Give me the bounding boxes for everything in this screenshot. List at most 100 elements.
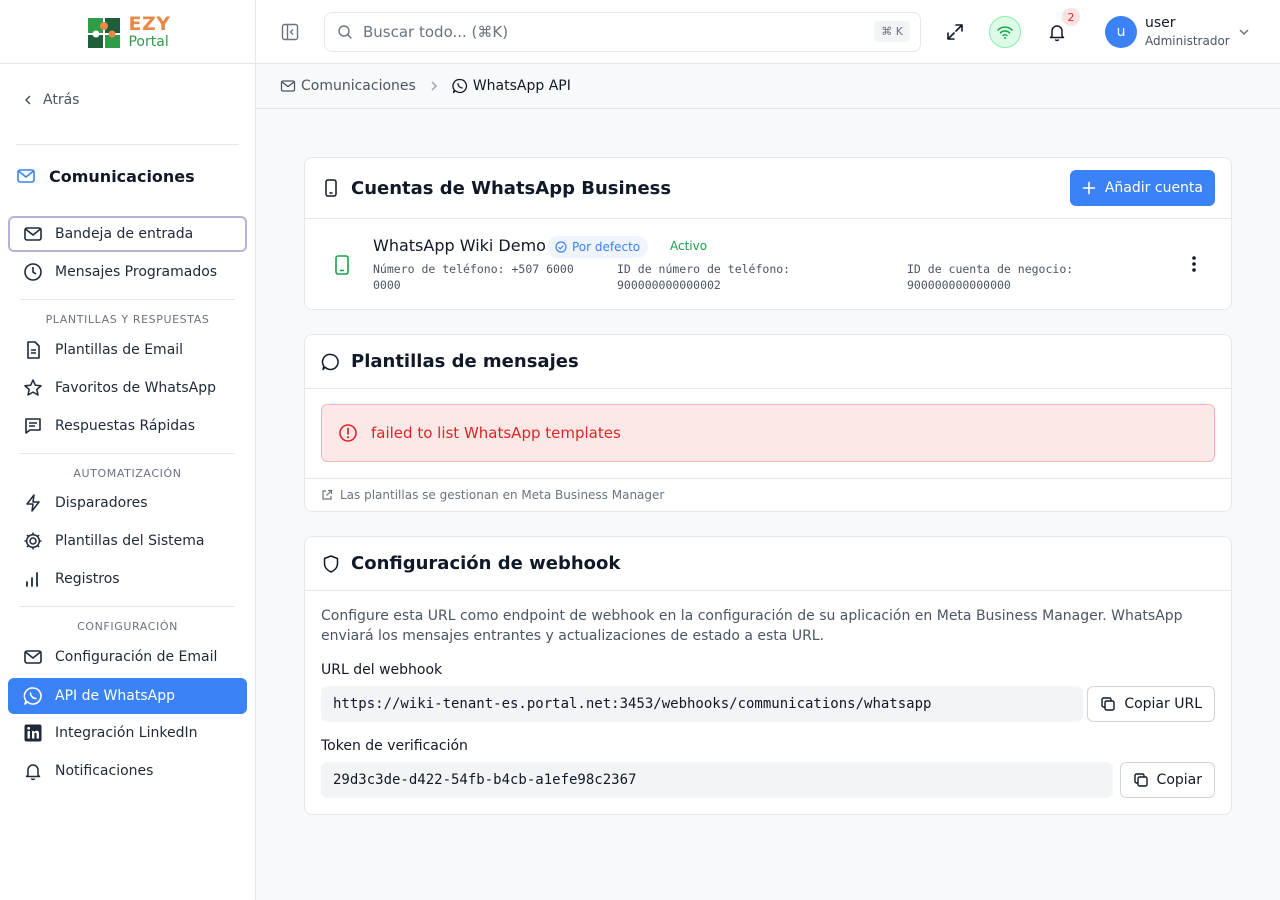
avatar[interactable]: u (1105, 16, 1137, 48)
default-badge-label: Por defecto (572, 240, 641, 254)
phone-id-label: ID de número de teléfono: (617, 262, 791, 276)
verify-token-field[interactable]: 29d3c3de-d422-54fb-b4cb-a1efe98c2367 (321, 762, 1113, 798)
linkedin-icon (24, 724, 42, 742)
logo-puzzle-icon (88, 17, 121, 48)
bar-chart-icon (26, 572, 38, 587)
error-alert: failed to list WhatsApp templates (321, 404, 1215, 462)
wifi-icon (997, 26, 1013, 39)
phone-line-2: 0000 (373, 278, 401, 292)
star-icon (24, 379, 42, 396)
sidebar-item-label: Disparadores (55, 495, 148, 511)
sidebar-toggle-button[interactable] (281, 23, 299, 41)
chevron-down-icon (1239, 29, 1249, 36)
templates-card: Plantillas de mensajes failed to list Wh… (304, 334, 1232, 512)
back-link[interactable]: Atrás (22, 92, 79, 108)
breadcrumb: Comunicaciones WhatsApp API (256, 64, 1280, 109)
brand-logo[interactable]: EZY Portal (0, 0, 255, 64)
notifications-button[interactable] (1047, 22, 1067, 42)
error-message: failed to list WhatsApp templates (371, 424, 621, 442)
card-header: Plantillas de mensajes (305, 335, 1231, 389)
alert-circle-icon (339, 424, 357, 442)
bell-icon (25, 764, 41, 781)
card-title: Plantillas de mensajes (351, 351, 579, 372)
account-row: WhatsApp Wiki Demo Por defecto Activo Nú… (321, 220, 1219, 308)
business-id-value: 900000000000000 (907, 278, 1011, 292)
smartphone-icon (325, 179, 337, 197)
mail-icon (17, 169, 35, 183)
fullscreen-button[interactable] (945, 22, 965, 42)
breadcrumb-parent-label: Comunicaciones (301, 78, 416, 94)
sidebar-item-inbox[interactable]: Bandeja de entrada (8, 216, 247, 252)
sidebar-item-scheduled[interactable]: Mensajes Programados (8, 254, 247, 290)
user-name[interactable]: user (1145, 15, 1176, 31)
mail-icon (280, 80, 296, 92)
sidebar-item-system-templates[interactable]: Plantillas del Sistema (8, 523, 247, 559)
add-account-button[interactable]: Añadir cuenta (1069, 170, 1215, 206)
sidebar-item-notifications[interactable]: Notificaciones (8, 753, 247, 789)
webhook-description: Configure esta URL como endpoint de webh… (321, 608, 1183, 644)
plus-icon (1082, 181, 1096, 195)
chevron-right-icon (431, 81, 437, 91)
card-header: Configuración de webhook (305, 537, 1231, 591)
sidebar-item-email-config[interactable]: Configuración de Email (8, 639, 247, 675)
webhook-url-label: URL del webhook (321, 662, 443, 678)
whatsapp-icon (23, 687, 42, 705)
sidebar-item-email-templates[interactable]: Plantillas de Email (8, 332, 247, 368)
search-bar[interactable]: ⌘ K (324, 12, 921, 52)
sidebar-item-label: Registros (55, 571, 120, 587)
default-badge: Por defecto (547, 236, 649, 258)
sidebar-item-whatsapp-api[interactable]: API de WhatsApp (8, 678, 247, 714)
connection-status-button[interactable] (989, 16, 1021, 48)
sidebar-item-triggers[interactable]: Disparadores (8, 485, 247, 521)
webhook-card: Configuración de webhook Configure esta … (304, 536, 1232, 815)
meta-business-link-label: Las plantillas se gestionan en Meta Busi… (340, 488, 665, 502)
expand-icon (947, 24, 963, 40)
copy-url-button[interactable]: Copiar URL (1087, 686, 1215, 722)
file-text-icon (27, 341, 40, 359)
account-business-id: ID de cuenta de negocio: 900000000000000 (907, 261, 1073, 293)
card-title: Configuración de webhook (351, 553, 621, 574)
sidebar-item-label: Bandeja de entrada (55, 226, 194, 242)
sidebar-item-label: Plantillas del Sistema (55, 533, 205, 549)
breadcrumb-current-label: WhatsApp API (472, 78, 571, 94)
webhook-url-field[interactable]: https://wiki-tenant-es.portal.net:3453/w… (321, 686, 1083, 722)
accounts-card: Cuentas de WhatsApp Business Añadir cuen… (304, 157, 1232, 310)
business-id-label: ID de cuenta de negocio: (907, 262, 1074, 276)
sidebar-item-quick-replies[interactable]: Respuestas Rápidas (8, 408, 247, 444)
divider (16, 144, 239, 145)
phone-line-1: Número de teléfono: +507 6000 (373, 262, 574, 276)
account-menu-button[interactable] (1186, 254, 1202, 274)
sidebar-item-label: Integración LinkedIn (55, 725, 198, 741)
copy-url-label: Copiar URL (1124, 696, 1202, 712)
card-title: Cuentas de WhatsApp Business (351, 177, 672, 199)
sidebar-item-label: API de WhatsApp (55, 688, 175, 704)
sidebar-item-whatsapp-favorites[interactable]: Favoritos de WhatsApp (8, 370, 247, 406)
sidebar-item-logs[interactable]: Registros (8, 561, 247, 597)
copy-icon (1101, 697, 1116, 711)
add-account-label: Añadir cuenta (1104, 180, 1203, 196)
copy-token-button[interactable]: Copiar (1119, 762, 1215, 798)
status-badge: Activo (670, 239, 708, 253)
divider (20, 453, 235, 454)
smartphone-icon (333, 255, 351, 275)
back-link-label: Atrás (43, 92, 80, 108)
mail-icon (24, 650, 42, 664)
account-phone-id: ID de número de teléfono: 90000000000000… (617, 261, 790, 293)
notification-count-badge: 2 (1062, 8, 1080, 26)
meta-business-link[interactable]: Las plantillas se gestionan en Meta Busi… (305, 478, 1231, 511)
bell-icon (1049, 25, 1065, 42)
sidebar-item-linkedin[interactable]: Integración LinkedIn (8, 715, 247, 751)
breadcrumb-parent[interactable]: Comunicaciones (280, 78, 416, 94)
mail-icon (24, 227, 42, 241)
smartphone-icon-glyph (335, 255, 349, 275)
user-menu-toggle[interactable] (1238, 26, 1250, 38)
search-input[interactable] (363, 23, 853, 41)
whatsapp-icon (452, 78, 467, 94)
user-role: Administrador (1145, 34, 1230, 48)
copy-token-label: Copiar (1156, 772, 1202, 788)
nav-group-label: CONFIGURACIÓN (77, 620, 178, 633)
sidebar-section-label: Comunicaciones (49, 166, 195, 186)
divider (20, 606, 235, 607)
shield-icon (323, 554, 339, 573)
sidebar: EZY Portal Atrás Comunicaciones Bandeja … (0, 0, 256, 900)
